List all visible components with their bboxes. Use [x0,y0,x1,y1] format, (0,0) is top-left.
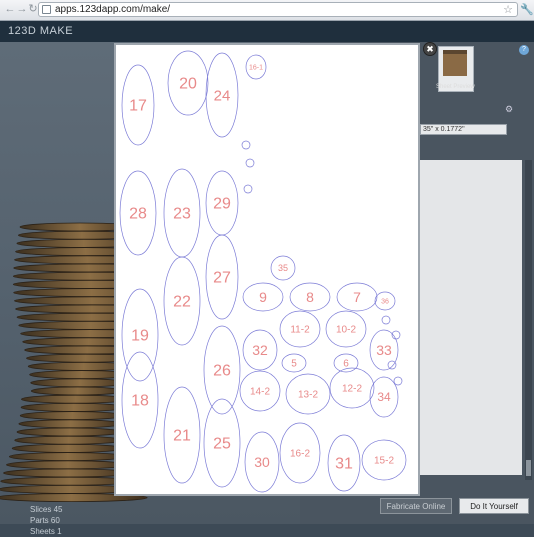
cut-sheet-drawing: 17 20 24 16-1 28 23 29 27 35 36 9 8 7 19 22 11-2 10-2 32 3… [119,50,407,493]
cut-part-label: 25 [213,436,231,453]
cut-part-label: 36 [381,298,389,305]
parts-count: Parts 60 [30,516,60,525]
small-part-outline [245,158,255,168]
cut-part-label: 5 [291,359,297,370]
cut-part-label: 26 [213,363,231,380]
cut-part-label: 18 [131,393,149,410]
small-part-outline [387,360,397,370]
slices-count: Slices 45 [30,505,63,514]
cut-part-label: 15-2 [374,456,394,467]
gear-icon[interactable]: ⚙ [505,104,513,115]
cut-part-label: 35 [278,263,288,273]
small-part-outline [243,184,253,194]
back-arrow-icon[interactable]: ← [4,3,16,15]
cut-part-label: 12-2 [342,384,362,395]
star-icon[interactable]: ☆ [503,3,513,16]
small-part-outline [393,376,403,386]
cut-part-label: 9 [259,289,267,305]
cut-part-label: 14-2 [250,387,270,398]
address-bar[interactable]: apps.123dapp.com/make/ ☆ [38,2,518,17]
url-text: apps.123dapp.com/make/ [55,4,171,15]
cut-part-label: 23 [173,206,191,223]
sheets-count: Sheets 1 [30,527,62,536]
browser-toolbar: ← → ↻ apps.123dapp.com/make/ ☆ 🔧 [0,0,534,21]
thumbnail-image [443,50,467,76]
cut-part-label: 13-2 [298,390,318,401]
cut-part-label: 10-2 [336,325,356,336]
cut-part-label: 29 [213,196,231,213]
cut-part-label: 31 [335,456,353,473]
sheet-preview-modal: 17 20 24 16-1 28 23 29 27 35 36 9 8 7 19 22 11-2 10-2 32 3… [114,43,420,496]
sheet-size-select[interactable]: 35" x 0.1772" [420,124,507,135]
app-header: 123D MAKE [0,21,534,42]
close-icon[interactable]: ✖ [423,42,437,56]
cut-part-label: 28 [129,206,147,223]
cut-part-label: 11-2 [290,325,310,336]
model-stats: Slices 45 Parts 60 Sheets 1 [30,504,62,537]
panel-scrollbar[interactable] [525,160,532,480]
panel-scroll-thumb[interactable] [526,460,531,476]
cut-part-label: 16-1 [249,64,263,71]
cut-part-label: 19 [131,328,149,345]
cut-part-label: 7 [353,289,361,305]
cut-part-label: 32 [252,342,268,358]
wrench-icon[interactable]: 🔧 [520,3,534,16]
cut-part-label: 6 [343,359,349,370]
cut-part-label: 21 [173,428,191,445]
cut-part-label: 27 [213,270,231,287]
cut-part-label: 16-2 [290,449,310,460]
cut-part-label: 22 [173,294,191,311]
help-icon[interactable]: ? [519,45,529,55]
do-it-yourself-button[interactable]: Do It Yourself [459,498,529,514]
sheet-preview-label: Sheet Preview [436,84,475,90]
small-part-outline [381,315,391,325]
cut-part-label: 33 [376,342,392,358]
cut-part-label: 34 [377,390,391,404]
app-title: 123D MAKE [8,25,74,37]
small-part-outline [241,140,251,150]
cut-part-label: 17 [129,98,147,115]
cut-part-label: 20 [179,76,197,93]
sheet-layout-area [420,160,522,475]
page-icon [42,5,51,14]
fabricate-online-button[interactable]: Fabricate Online [380,498,452,514]
cut-part-label: 30 [254,454,270,470]
cut-part-label: 8 [306,289,314,305]
cut-part-label: 24 [214,87,231,104]
